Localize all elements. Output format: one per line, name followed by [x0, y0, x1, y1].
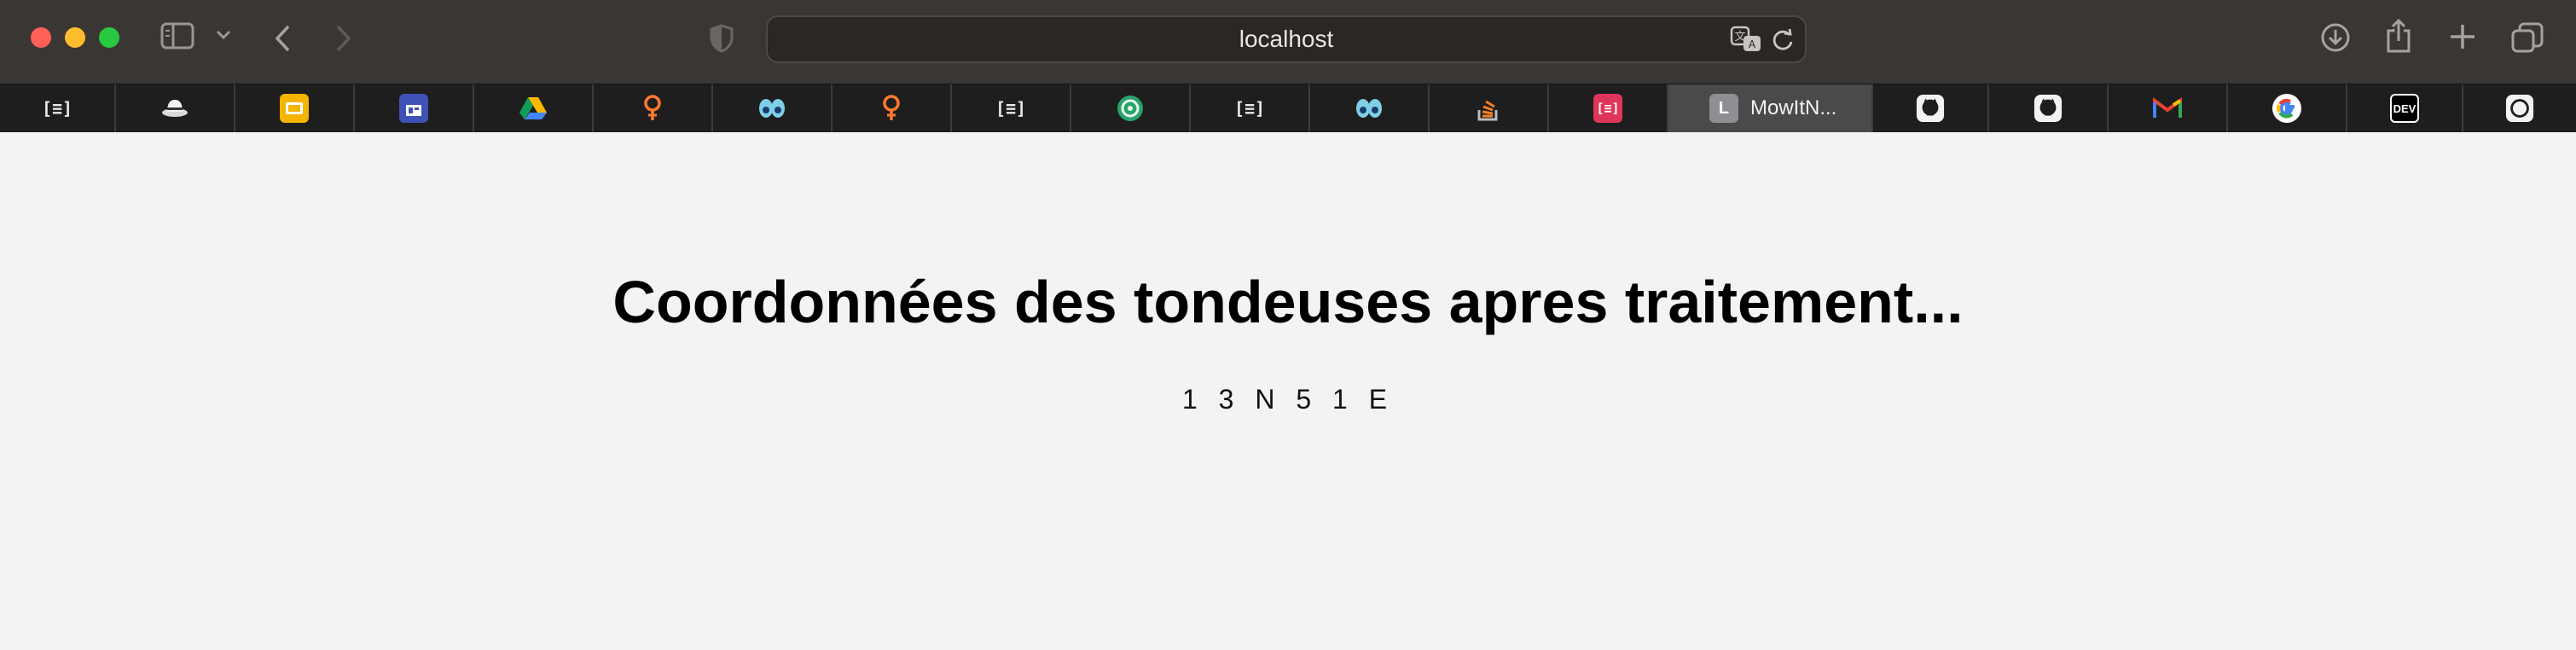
reader-icon: [≡]	[41, 98, 73, 119]
new-tab-icon[interactable]	[2448, 22, 2477, 51]
tab-green-circle[interactable]	[1071, 84, 1191, 132]
address-text: localhost	[1239, 26, 1334, 52]
tab-reader[interactable]: [≡]	[0, 84, 116, 132]
tab-google[interactable]	[2228, 84, 2347, 132]
tab-stackoverflow[interactable]	[1430, 84, 1549, 132]
circle-outline-icon	[2505, 94, 2534, 123]
letter-icon: L	[1709, 94, 1738, 123]
tab-pin[interactable]	[594, 84, 713, 132]
address-bar[interactable]: localhost 文A	[766, 15, 1807, 63]
tab-github-2[interactable]	[1989, 84, 2109, 132]
tab-reader-red[interactable]: [≡]	[1549, 84, 1668, 132]
gmail-icon	[2153, 94, 2182, 123]
google-icon	[2272, 94, 2301, 123]
github-icon	[1916, 94, 1945, 123]
tab-dev[interactable]: DEV	[2347, 84, 2463, 132]
tab-overview-icon[interactable]	[2511, 22, 2544, 53]
pin-icon	[877, 94, 906, 123]
browser-toolbar: localhost 文A	[0, 0, 2576, 84]
tab-reader-2[interactable]: [≡]	[952, 84, 1071, 132]
reader-icon: [≡]	[995, 98, 1027, 119]
chevron-down-icon[interactable]	[215, 29, 232, 41]
forms-icon	[399, 94, 428, 123]
forward-icon[interactable]	[333, 24, 353, 53]
tab-circle[interactable]	[2463, 84, 2576, 132]
page-content: Coordonnées des tondeuses apres traiteme…	[0, 131, 2576, 650]
tab-reader-3[interactable]: [≡]	[1191, 84, 1310, 132]
tab-forms[interactable]	[355, 84, 474, 132]
minimize-window-button[interactable]	[65, 27, 85, 48]
tab-eyes[interactable]	[713, 84, 833, 132]
sidebar-icon[interactable]	[160, 22, 194, 49]
reader-red-icon: [≡]	[1593, 94, 1622, 123]
tab-mowitnow[interactable]: L MowItN...	[1668, 84, 1873, 132]
back-icon[interactable]	[273, 24, 293, 53]
pin-icon	[638, 94, 667, 123]
page-title: Coordonnées des tondeuses apres traiteme…	[612, 269, 1964, 335]
hat-icon	[160, 94, 189, 123]
github-icon	[2034, 94, 2063, 123]
eyes-icon	[757, 94, 786, 123]
tab-label: MowItN...	[1750, 96, 1837, 119]
drive-icon	[519, 94, 548, 123]
tab-pin-2[interactable]	[833, 84, 952, 132]
maximize-window-button[interactable]	[99, 27, 119, 48]
dev-icon: DEV	[2390, 94, 2419, 123]
close-window-button[interactable]	[31, 27, 51, 48]
eyes-icon	[1355, 94, 1384, 123]
share-icon[interactable]	[2385, 19, 2412, 53]
tab-slides[interactable]	[235, 84, 355, 132]
tab-github[interactable]	[1873, 84, 1989, 132]
tab-hat[interactable]	[116, 84, 235, 132]
privacy-shield-icon[interactable]	[710, 24, 734, 53]
tab-bar: [≡] [≡] [≡] [≡] L MowItN... DEV	[0, 84, 2576, 132]
circle-green-icon	[1116, 94, 1145, 123]
reload-icon[interactable]	[1771, 28, 1795, 52]
tab-gmail[interactable]	[2109, 84, 2228, 132]
reader-icon: [≡]	[1233, 98, 1266, 119]
tab-eyes-2[interactable]	[1310, 84, 1430, 132]
slides-icon	[280, 94, 309, 123]
downloads-icon[interactable]	[2320, 22, 2351, 53]
stackoverflow-icon	[1474, 94, 1503, 123]
tab-drive[interactable]	[474, 84, 594, 132]
translate-icon[interactable]: 文A	[1730, 26, 1762, 53]
mower-coordinates: 1 3 N 5 1 E	[1181, 384, 1395, 415]
svg-text:A: A	[1749, 38, 1756, 50]
